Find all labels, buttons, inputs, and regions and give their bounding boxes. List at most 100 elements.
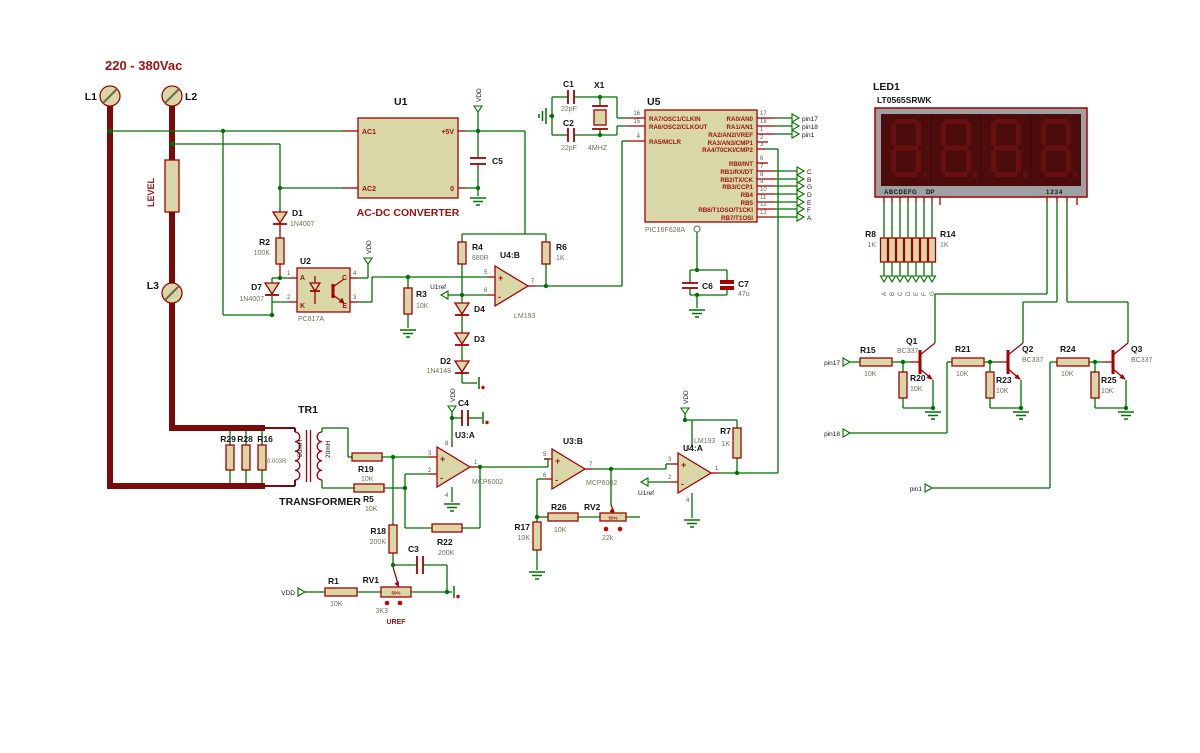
u1-caption: AC-DC CONVERTER [357, 207, 460, 219]
vdd-label: VDD [281, 590, 295, 597]
crystal-section: C1 22pF C2 22pF X1 4MHZ [539, 79, 627, 152]
d4-ref: D4 [474, 304, 485, 314]
d7-val: 1N4007 [239, 296, 264, 303]
u1ref-terminal-a: U1ref [638, 478, 654, 497]
r2-resistor: R2 100K [254, 237, 284, 264]
pin17-terminal: pin17 [824, 358, 850, 367]
r18-ref: R18 [370, 526, 386, 536]
vdd-label: VDD [683, 390, 690, 404]
display-pin-wires [884, 197, 1128, 343]
vdd-arrow-c5: VDD [474, 88, 483, 112]
u4b-opamp: + - U4:B LM193 5 6 7 [484, 250, 536, 320]
r24-ref: R24 [1060, 344, 1076, 354]
c2-ref: C2 [563, 118, 574, 128]
u5-pinname: RA6/OSC2/CLKOUT [649, 124, 708, 131]
u4a-opamp: + - U4:A LM193 3 2 1 8 4 [668, 438, 719, 504]
q2-val: BC337 [1022, 357, 1044, 364]
r16-ref: R16 [257, 434, 273, 444]
mcu-section: U5 PIC16F628A 16 15 4 RA7/OSC1/CLKIN RA6… [627, 96, 818, 473]
u4a-val: LM193 [694, 438, 716, 445]
u5-pinnum: 9 [760, 179, 764, 185]
ground-symbol [400, 330, 416, 337]
u1-converter: U1 AC1 AC2 +5V 0 AC-DC CONVERTER [357, 96, 460, 219]
d2-ref: D2 [440, 356, 451, 366]
r3-val: 10K [416, 303, 429, 310]
net-label-g: G [807, 184, 812, 191]
x1-ref: X1 [594, 80, 605, 90]
display-dp-label: DP [926, 190, 934, 196]
u4a-pin4: 4 [686, 498, 690, 504]
display-section: LED1 LT0565SRWK ABCDEFG DP 1234 [873, 81, 1128, 343]
r14-val: 1K [940, 242, 949, 249]
net-label-a: A [807, 215, 812, 222]
r1-val: 10K [330, 601, 343, 608]
r29-ref: R29 [220, 434, 236, 444]
vdd-arrow-u4a: VDD [681, 390, 690, 414]
net-label-b: B [807, 177, 811, 184]
rv1-pct: 50% [391, 591, 400, 596]
u5-pinname: RA1/AN1 [727, 124, 754, 131]
seg-net-g: G [930, 291, 936, 296]
u5-pinname: RA2/AN2/VREF [708, 132, 753, 139]
r26-val: 10K [554, 527, 567, 534]
transformer-section: R29 R28 R16 0.003R TR1 50mH 20mH TRANSFO… [220, 404, 361, 508]
r21-ref: R21 [955, 344, 971, 354]
rv2-ref: RV2 [584, 502, 601, 512]
u2-ref: U2 [300, 256, 311, 266]
net-label-f: F [807, 207, 811, 214]
r4-val: 680R [472, 255, 489, 262]
d1-diode: D1 1N4007 [273, 208, 315, 228]
vdd-label: VDD [476, 88, 483, 102]
tr1-transformer: TR1 50mH 20mH TRANSFORMER [279, 404, 361, 508]
r24-val: 10K [1061, 371, 1074, 378]
terminal-l3-label: L3 [147, 280, 159, 292]
r8-ref: R8 [865, 229, 876, 239]
u4a-minus: - [681, 479, 684, 489]
c2-val: 22pF [561, 145, 577, 152]
r22-resistor: R22 200K [432, 524, 462, 557]
rv1-val: 3K3 [376, 608, 389, 615]
u5-pinname: RA4/T0CKI/CMP2 [702, 147, 753, 154]
rv2-val: 22k [602, 535, 614, 542]
u5-pinnum: 15 [633, 119, 640, 125]
r15-val: 10K [864, 371, 877, 378]
schematic-svg: 220 - 380Vac L1 L2 L3 LEVEL [0, 0, 1200, 753]
u5-pinname: RB5 [741, 200, 754, 207]
x1-val: 4MHZ [588, 145, 608, 152]
rv1-ref: RV1 [363, 575, 380, 585]
crystal-wires [549, 95, 627, 137]
r25-ref: R25 [1101, 375, 1117, 385]
u5-pinnum: 12 [760, 202, 767, 208]
voltage-range-label: 220 - 380Vac [105, 58, 182, 73]
u2-pin-a: A [300, 275, 305, 282]
u2-pinnum-3: 3 [353, 295, 357, 301]
net-label-pin1: pin1 [802, 132, 815, 139]
vdd-label: VDD [450, 388, 457, 402]
u5-pinnum: 18 [760, 119, 767, 125]
u5-pinname: RB6/T1OSO/T1CKI [698, 207, 753, 214]
u1ref-terminal-b: U1ref [430, 284, 448, 299]
c1-ref: C1 [563, 79, 574, 89]
led1-ref: LED1 [873, 81, 900, 93]
u5-pinnum: 11 [760, 195, 767, 201]
u5-pinname: RB4 [741, 192, 754, 199]
u5-power-indicator [694, 226, 700, 232]
u5-pinnum: 16 [633, 111, 640, 117]
pin18-terminal: pin18 [824, 429, 850, 438]
terminal-l1-label: L1 [85, 91, 97, 103]
u1ref-label: U1ref [638, 490, 654, 497]
mains-input-section: 220 - 380Vac L1 L2 L3 LEVEL [85, 58, 295, 486]
u3a-opamp: + - U3:A MCP6002 3 2 1 8 4 [428, 430, 503, 499]
u5-pinname: RB7/T1OSI [721, 215, 753, 222]
c4-capacitor: C4 [458, 398, 469, 426]
d7-ref: D7 [251, 282, 262, 292]
d2-val: 1N4148 [426, 368, 451, 375]
c3-ref: C3 [408, 544, 419, 554]
u1-pin-ac2: AC2 [362, 186, 376, 193]
r2-ref: R2 [259, 237, 270, 247]
r7-resistor: R7 1K [720, 426, 741, 458]
ground-symbol [684, 520, 700, 527]
opto-section: D1 1N4007 R2 100K D7 1N4007 U2 PC817A A … [223, 131, 373, 323]
c5-ref: C5 [492, 156, 503, 166]
u5-pinname: RB3/CCP1 [722, 184, 753, 191]
